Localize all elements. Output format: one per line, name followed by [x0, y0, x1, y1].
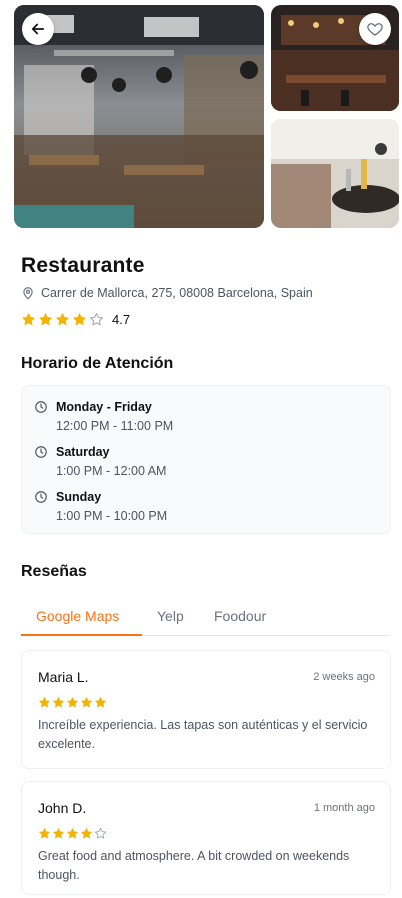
hours-time: 12:00 PM - 11:00 PM	[56, 419, 174, 433]
rating-stars	[21, 312, 104, 327]
hours-item: Sunday 1:00 PM - 10:00 PM	[34, 488, 167, 525]
clock-icon	[35, 401, 47, 413]
hours-item: Saturday 1:00 PM - 12:00 AM	[34, 443, 166, 480]
hours-time: 1:00 PM - 12:00 AM	[56, 464, 167, 478]
favorite-button[interactable]	[359, 13, 391, 45]
star-filled-icon	[56, 313, 69, 326]
clock-icon	[35, 491, 47, 503]
hours-day: Saturday	[56, 445, 110, 459]
star-filled-icon	[81, 697, 92, 708]
restaurant-detail-page: Restaurante Carrer de Mallorca, 275, 080…	[0, 0, 402, 898]
reviews-section-title: Reseñas	[21, 563, 87, 580]
star-empty-icon	[94, 827, 107, 839]
star-filled-icon	[53, 828, 64, 839]
hero-photo[interactable]	[14, 5, 264, 228]
review-text: Great food and atmosphere. A bit crowded…	[38, 849, 350, 882]
star-filled-icon	[39, 828, 50, 839]
star-filled-icon	[73, 313, 86, 326]
hours-time: 1:00 PM - 10:00 PM	[56, 509, 168, 523]
dining-room-image	[271, 119, 399, 228]
star-filled-icon	[81, 828, 92, 839]
hours-card: Monday - Friday 12:00 PM - 11:00 PM Satu…	[21, 385, 391, 534]
restaurant-interior-image	[14, 5, 264, 228]
review-text: Increíble experiencia. Las tapas son aut…	[38, 718, 368, 751]
rating-row: 4.7	[21, 312, 130, 327]
back-button[interactable]	[22, 13, 54, 45]
tab-google-maps[interactable]: Google Maps	[36, 598, 119, 634]
rating-value: 4.7	[112, 312, 131, 327]
review-date: 1 month ago	[313, 802, 375, 814]
review-card: Maria L. 2 weeks ago Increíble experienc…	[21, 650, 391, 769]
hours-item: Monday - Friday 12:00 PM - 11:00 PM	[34, 398, 173, 435]
gallery-thumbnail-bar[interactable]	[271, 5, 399, 111]
review-stars	[38, 696, 107, 709]
hours-day: Monday - Friday	[56, 400, 152, 414]
heart-icon	[367, 23, 383, 36]
star-filled-icon	[22, 313, 35, 326]
arrow-left-icon	[31, 23, 45, 35]
active-tab-indicator	[21, 634, 142, 636]
location-pin-icon	[23, 287, 33, 300]
star-filled-icon	[67, 828, 78, 839]
review-source-tabs: Google Maps Yelp Foodour	[21, 598, 391, 636]
review-card: John D. 1 month ago Great food and atmos…	[21, 781, 391, 895]
photo-gallery	[14, 5, 399, 228]
tab-foodour[interactable]: Foodour	[214, 598, 266, 634]
star-filled-icon	[67, 697, 78, 708]
reviewer-name: Maria L.	[38, 669, 89, 685]
restaurant-name: Restaurante	[21, 254, 145, 277]
review-date: 2 weeks ago	[313, 671, 375, 683]
star-empty-icon	[90, 313, 103, 326]
clock-icon	[35, 446, 47, 458]
tab-yelp[interactable]: Yelp	[157, 598, 184, 634]
hours-day: Sunday	[56, 490, 102, 504]
star-filled-icon	[39, 697, 50, 708]
star-filled-icon	[95, 697, 106, 708]
hours-section-title: Horario de Atención	[21, 355, 174, 372]
review-stars	[38, 827, 107, 840]
star-filled-icon	[53, 697, 64, 708]
star-filled-icon	[39, 313, 52, 326]
address-row: Carrer de Mallorca, 275, 08008 Barcelona…	[21, 286, 313, 300]
gallery-thumbnail-dining[interactable]	[271, 119, 399, 228]
address-text: Carrer de Mallorca, 275, 08008 Barcelona…	[41, 286, 313, 300]
reviewer-name: John D.	[38, 800, 87, 816]
